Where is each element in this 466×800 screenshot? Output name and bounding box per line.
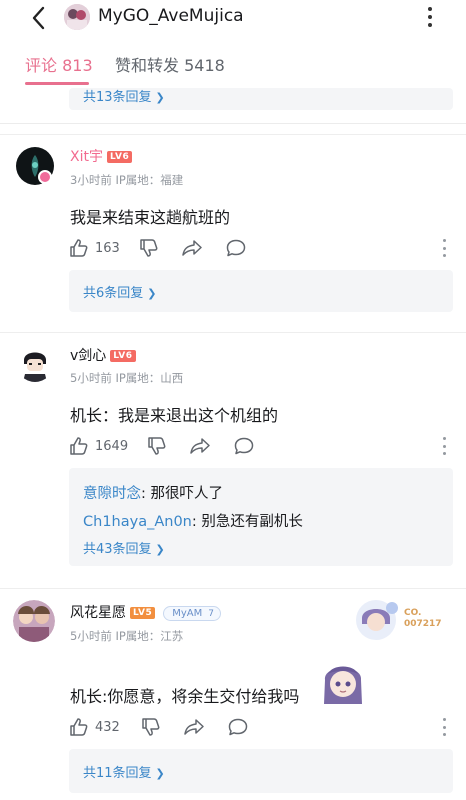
chevron-right-icon: ❯: [147, 287, 157, 300]
reply-summary-box: 共13条回复 ❯: [69, 88, 453, 110]
reply-preview-box: 意隙时念: 那很吓人了 Ch1haya_An0n: 别急还有副机长 共43条回复…: [69, 468, 453, 566]
view-replies-link[interactable]: 共13条回复 ❯: [83, 86, 165, 105]
sub-reply-user[interactable]: Ch1haya_An0n: [83, 514, 192, 530]
view-replies-link[interactable]: 共43条回复 ❯: [83, 538, 165, 557]
dislike-button[interactable]: [141, 715, 161, 739]
reply-button[interactable]: [233, 434, 255, 458]
comment-actions: 1649: [69, 434, 449, 458]
like-count: 1649: [95, 438, 129, 454]
comment-more-button[interactable]: [439, 437, 449, 455]
sub-reply-text: : 那很吓人了: [141, 486, 223, 502]
divider: [0, 123, 466, 124]
level-badge: LV5: [130, 607, 156, 619]
thumbs-down-icon: [140, 239, 158, 257]
like-button[interactable]: 1649: [69, 434, 128, 458]
divider: [0, 588, 466, 589]
comment-meta: 3小时前 IP属地：福建: [70, 173, 184, 187]
dislike-button[interactable]: [139, 236, 159, 260]
comment-meta: 5小时前 IP属地：山西: [70, 371, 184, 385]
more-options-button[interactable]: [420, 3, 440, 31]
page-title: MyGO_AveMujica: [98, 6, 244, 26]
level-badge: LV6: [110, 350, 136, 362]
thumbs-down-icon: [142, 718, 160, 736]
share-button[interactable]: [181, 236, 203, 260]
comment-text: 我是来结束这趟航班的: [70, 208, 231, 227]
card-serial: CO. 007217: [404, 608, 442, 629]
sub-reply-text: : 别急还有副机长: [191, 514, 303, 530]
fan-medal-badge[interactable]: MyAM 7: [163, 606, 221, 621]
chevron-right-icon: ❯: [155, 767, 165, 780]
comment-bubble-icon: [226, 239, 246, 257]
username[interactable]: Xit宇 LV6: [70, 146, 133, 166]
comment-actions: 163: [69, 236, 449, 260]
comment-more-button[interactable]: [439, 718, 449, 736]
thumbs-up-icon: [70, 718, 88, 736]
thumbs-up-icon: [70, 239, 88, 257]
emoji-sticker: [318, 656, 368, 706]
sub-reply[interactable]: Ch1haya_An0n: 别急还有副机长: [83, 510, 303, 531]
comment-actions: 432: [69, 715, 449, 739]
thumbs-up-icon: [70, 437, 88, 455]
divider: [0, 332, 466, 333]
view-replies-link[interactable]: 共6条回复 ❯: [83, 282, 157, 301]
comment-bubble-icon: [228, 718, 248, 736]
tab-comments[interactable]: 评论 813: [25, 52, 93, 76]
share-icon: [182, 240, 202, 256]
reply-summary-box: 共11条回复 ❯: [69, 749, 453, 793]
view-replies-link[interactable]: 共11条回复 ❯: [83, 762, 165, 781]
chevron-right-icon: ❯: [155, 91, 165, 104]
username[interactable]: v剑心 LV6: [70, 345, 136, 365]
top-bar: MyGO_AveMujica: [0, 0, 466, 36]
back-button[interactable]: [26, 4, 54, 32]
like-count: 432: [95, 719, 120, 735]
group-avatar[interactable]: [64, 4, 90, 30]
avatar[interactable]: [16, 344, 54, 382]
dislike-button[interactable]: [147, 434, 167, 458]
vertical-dots-icon: [442, 239, 446, 242]
active-tab-indicator: [25, 82, 89, 85]
divider: [0, 134, 466, 135]
chevron-right-icon: ❯: [155, 543, 165, 556]
sub-reply[interactable]: 意隙时念: 那很吓人了: [83, 482, 223, 503]
like-count: 163: [95, 240, 120, 256]
chevron-left-icon: [32, 6, 45, 30]
comment-meta: 5小时前 IP属地：江苏: [70, 629, 184, 643]
share-icon: [190, 438, 210, 454]
share-button[interactable]: [183, 715, 205, 739]
comment-text: 机长：我是来退出这个机组的: [70, 406, 279, 425]
share-button[interactable]: [189, 434, 211, 458]
reply-button[interactable]: [227, 715, 249, 739]
decoration-card[interactable]: CO. 007217: [352, 598, 450, 642]
avatar[interactable]: [13, 600, 55, 642]
comment-more-button[interactable]: [439, 239, 449, 257]
vertical-dots-icon: [442, 718, 446, 721]
level-badge: LV6: [106, 151, 133, 163]
reply-summary-box: 共6条回复 ❯: [69, 270, 453, 312]
sub-reply-user[interactable]: 意隙时念: [83, 486, 141, 502]
vertical-dots-icon: [442, 437, 446, 440]
comment-text: 机长:你愿意，将余生交付给我吗: [70, 687, 300, 706]
like-button[interactable]: 163: [69, 236, 120, 260]
tab-likes-reposts[interactable]: 赞和转发 5418: [115, 52, 225, 76]
reply-button[interactable]: [225, 236, 247, 260]
like-button[interactable]: 432: [69, 715, 120, 739]
tab-bar: 评论 813 赞和转发 5418: [0, 36, 466, 124]
thumbs-down-icon: [148, 437, 166, 455]
username[interactable]: 风花星愿 LV5 MyAM 7: [70, 602, 221, 622]
vertical-dots-icon: [428, 7, 432, 11]
vip-badge-icon: [38, 170, 52, 184]
comment-bubble-icon: [234, 437, 254, 455]
share-icon: [184, 719, 204, 735]
